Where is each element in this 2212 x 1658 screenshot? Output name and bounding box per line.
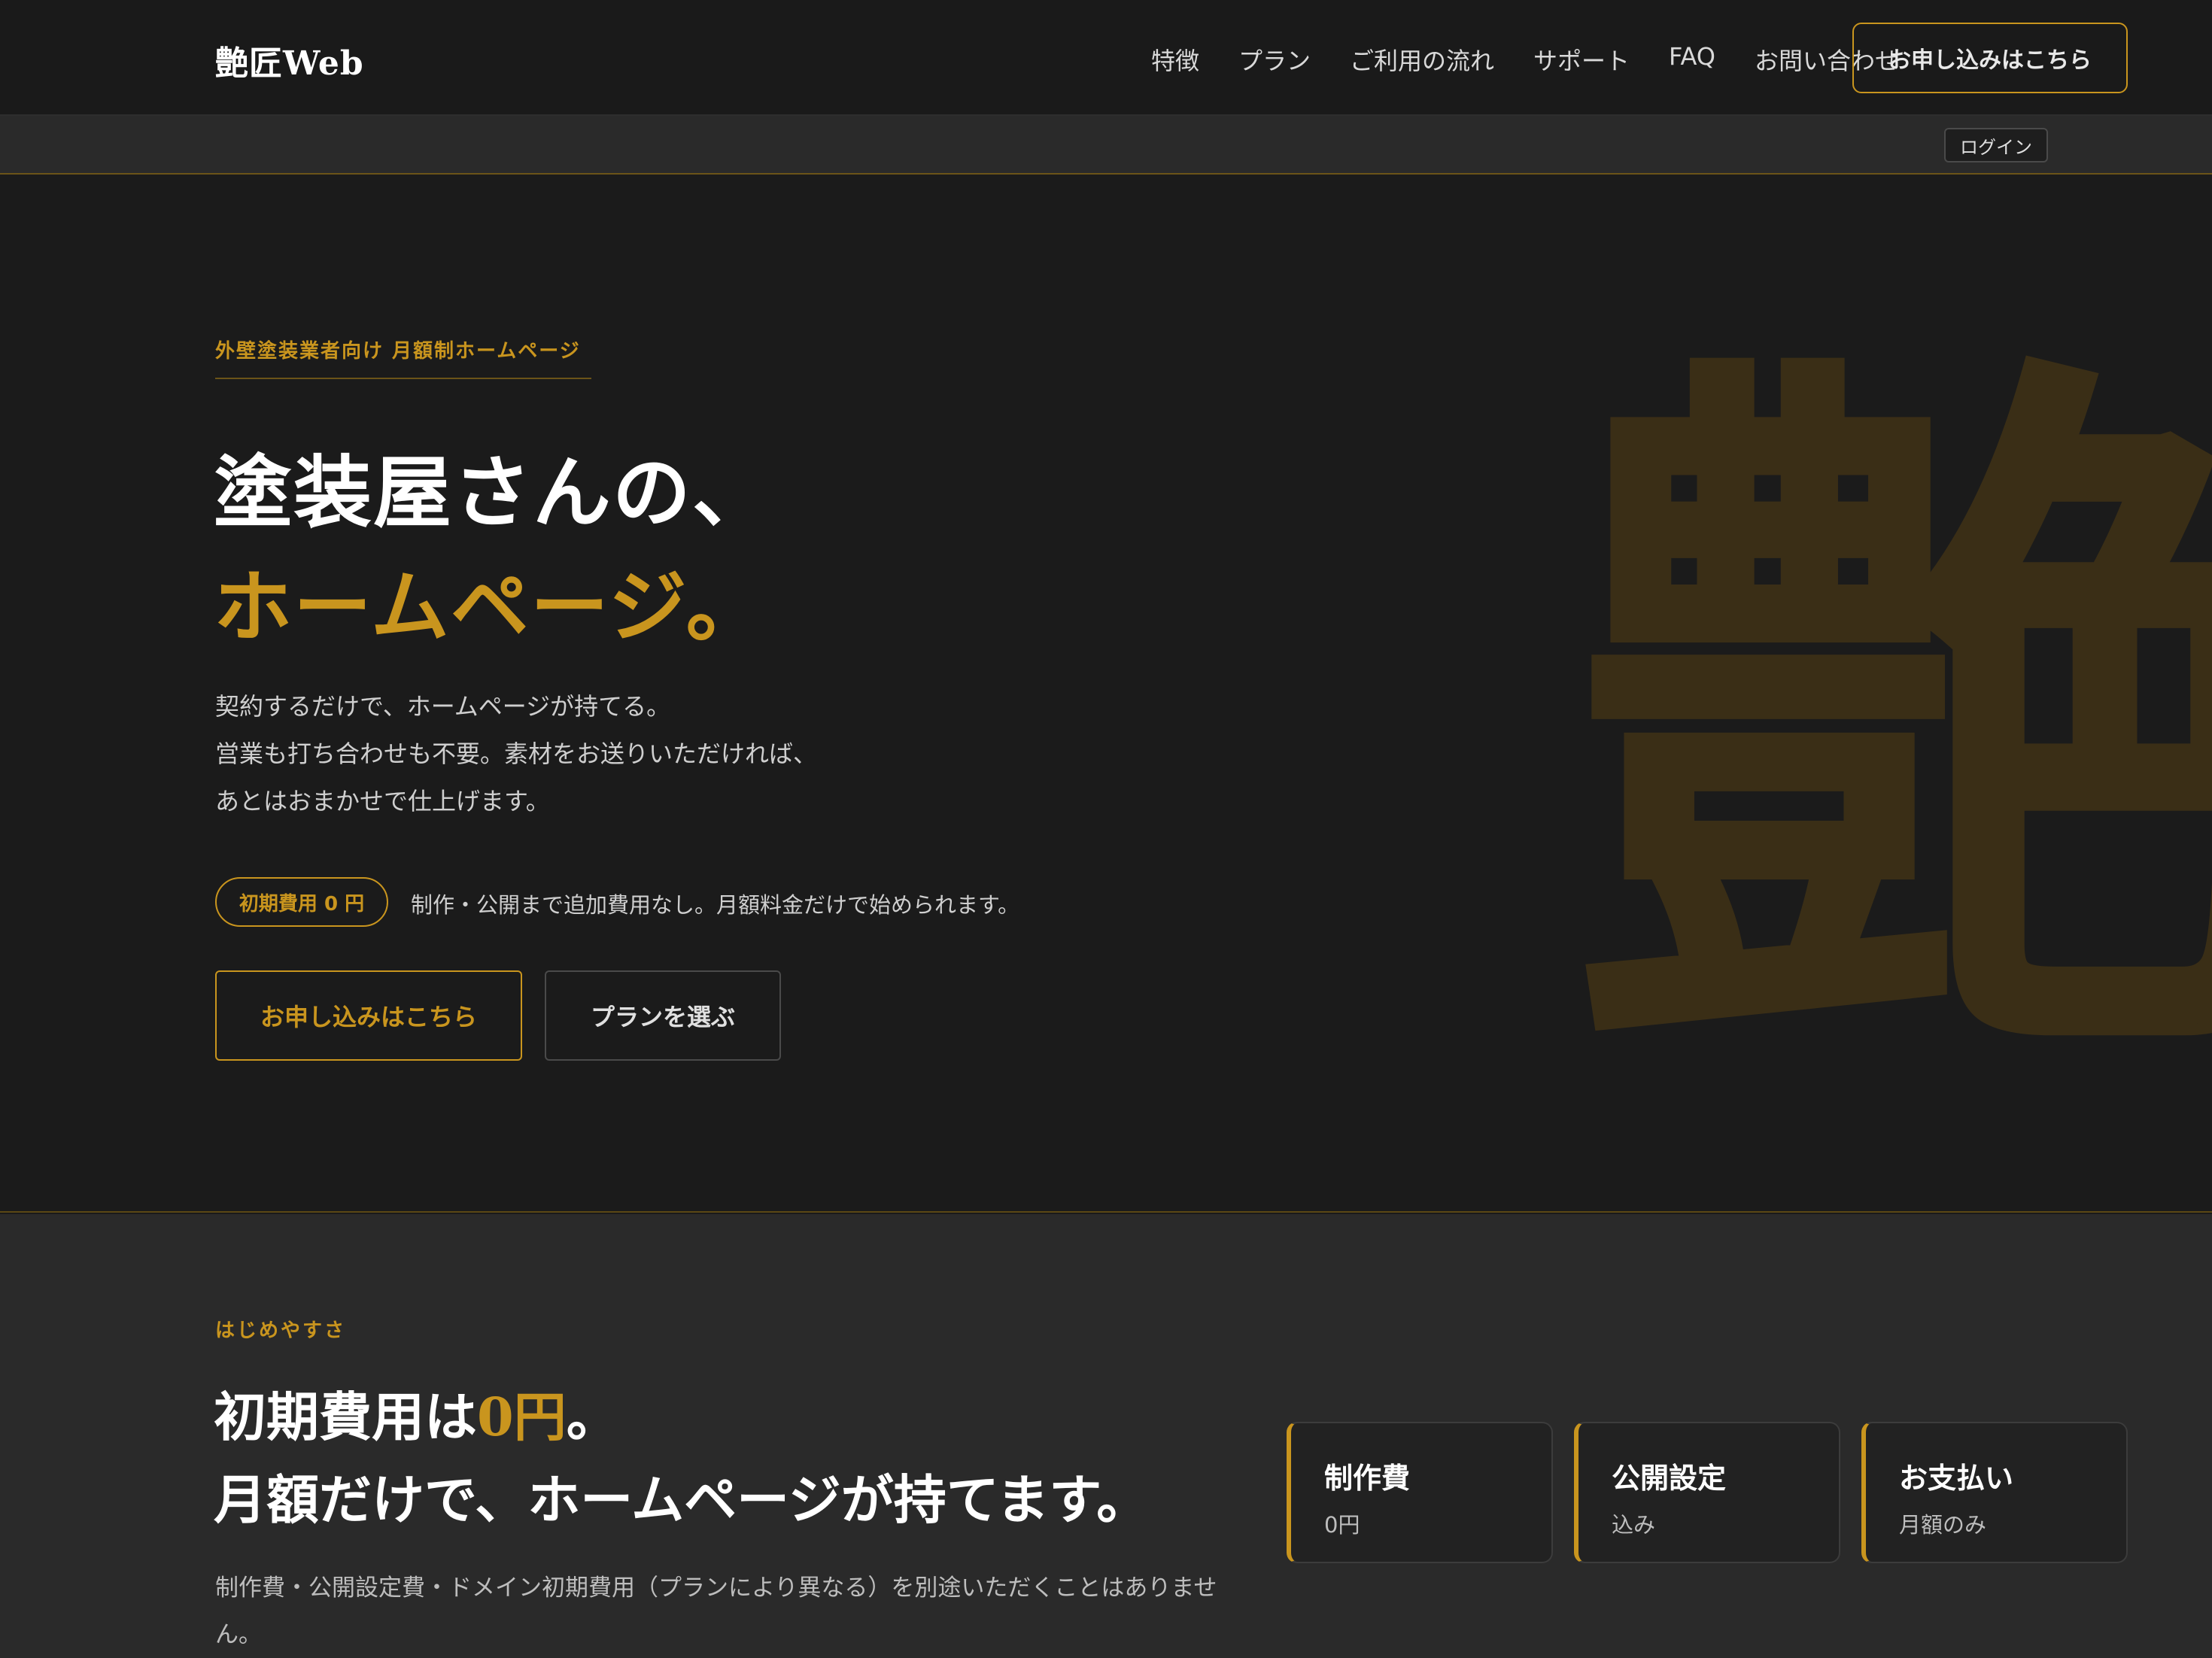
- hero-description-line: あとはおまかせで仕上げます。: [215, 787, 550, 815]
- card-value: 0円: [1324, 1512, 1360, 1538]
- feature-card-payment: お支払い 月額のみ: [1861, 1422, 2128, 1563]
- card-title: 公開設定: [1612, 1462, 1727, 1495]
- hero-description-line: 契約するだけで、ホームページが持てる。: [215, 692, 671, 721]
- ease-title-accent: 0円: [477, 1386, 567, 1448]
- choose-plan-button[interactable]: プランを選ぶ: [545, 970, 781, 1061]
- ease-title-line1: 初期費用は0円。: [214, 1375, 619, 1451]
- feature-card-publish-setup: 公開設定 込み: [1574, 1422, 1840, 1563]
- initial-cost-note: 制作・公開まで追加費用なし。月額料金だけで始められます。: [411, 892, 1020, 918]
- nav-item-flow[interactable]: ご利用の流れ: [1350, 42, 1494, 77]
- header-apply-button[interactable]: お申し込みはこちら: [1852, 23, 2128, 93]
- nav-item-support[interactable]: サポート: [1533, 42, 1630, 77]
- ease-title-suffix: 。: [566, 1386, 619, 1448]
- card-title: お支払い: [1899, 1462, 2014, 1495]
- hero-description-line: 営業も打ち合わせも不要。素材をお送りいただければ、: [215, 739, 818, 768]
- ease-section: はじめやすさ 初期費用は0円。 月額だけで、ホームページが持てます。 制作費・公…: [0, 1214, 2212, 1658]
- hero-description: 契約するだけで、ホームページが持てる。 営業も打ち合わせも不要。素材をお送りいた…: [215, 683, 817, 825]
- nav-item-features[interactable]: 特徴: [1151, 42, 1199, 77]
- card-title: 制作費: [1324, 1462, 1411, 1495]
- card-value: 込み: [1612, 1512, 1656, 1538]
- hero-title-line2: ホームページ。: [214, 560, 766, 653]
- hero-section: 艶 外壁塗装業者向け 月額制ホームページ 塗装屋さんの、 ホームページ。 契約す…: [0, 175, 2212, 1213]
- main-nav: 特徴 プラン ご利用の流れ サポート FAQ お問い合わせ: [1151, 42, 1899, 77]
- hero-watermark-kanji: 艶: [1572, 363, 2212, 1085]
- hero-apply-button[interactable]: お申し込みはこちら: [215, 970, 522, 1061]
- eyebrow-underline: [215, 378, 591, 379]
- ease-title-prefix: 初期費用は: [214, 1386, 477, 1448]
- nav-item-faq[interactable]: FAQ: [1669, 42, 1715, 77]
- initial-cost-badge: 初期費用 0 円: [215, 877, 388, 927]
- login-button[interactable]: ログイン: [1944, 128, 2048, 162]
- hero-eyebrow: 外壁塗装業者向け 月額制ホームページ: [215, 340, 581, 363]
- nav-item-plans[interactable]: プラン: [1238, 42, 1311, 77]
- site-header: 艶匠Web 特徴 プラン ご利用の流れ サポート FAQ お問い合わせ お申し込…: [0, 0, 2212, 116]
- ease-title-line2: 月額だけで、ホームページが持てます。: [214, 1468, 1150, 1531]
- feature-card-production-cost: 制作費 0円: [1287, 1422, 1553, 1563]
- ease-description: 制作費・公開設定費・ドメイン初期費用（プランにより異なる）を別途いただくことはあ…: [215, 1574, 1217, 1648]
- card-value: 月額のみ: [1899, 1512, 1987, 1538]
- ease-eyebrow: はじめやすさ: [215, 1319, 347, 1342]
- site-logo[interactable]: 艶匠Web: [215, 36, 364, 84]
- hero-title-line1: 塗装屋さんの、: [214, 446, 773, 539]
- sub-bar: ログイン: [0, 116, 2212, 175]
